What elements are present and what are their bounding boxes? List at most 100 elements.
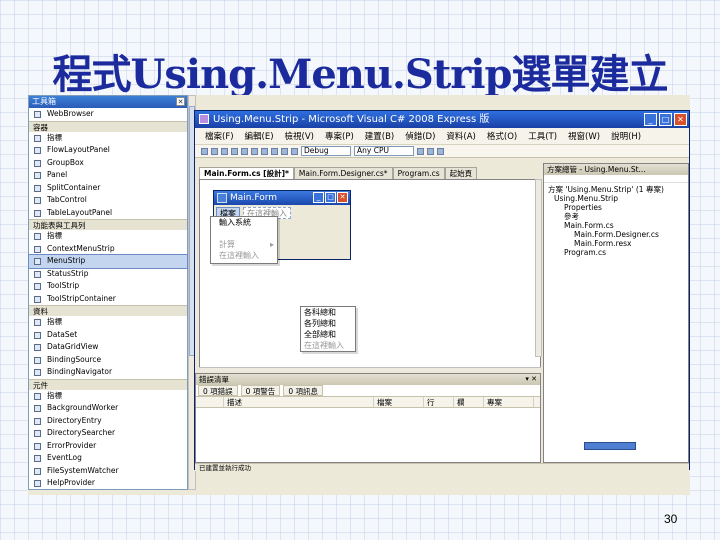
menu-item[interactable]: 編輯(E) <box>245 130 274 142</box>
tree-node-solution[interactable]: 方案 'Using.Menu.Strip' (1 專案) <box>546 185 688 194</box>
menu-item[interactable]: 偵錯(D) <box>405 130 435 142</box>
solution-explorer-icon[interactable] <box>427 147 434 155</box>
toolbox-item[interactable]: DataGridView <box>29 341 187 354</box>
toolbox-item[interactable]: BackgroundWorker <box>29 402 187 415</box>
toolbox-item[interactable]: Panel <box>29 169 187 182</box>
component-icon <box>34 258 41 265</box>
paste-icon[interactable] <box>261 147 268 155</box>
close-button[interactable]: ✕ <box>674 113 687 126</box>
toolbox-item[interactable]: SplitContainer <box>29 182 187 195</box>
toolbox-category[interactable]: 功能表與工具列 <box>29 219 187 230</box>
toolbox-item[interactable]: BindingNavigator <box>29 366 187 379</box>
menu-item[interactable]: 資料(A) <box>446 130 475 142</box>
toolbox-item[interactable]: StatusStrip <box>29 268 187 281</box>
copy-icon[interactable] <box>251 147 258 155</box>
save-all-icon[interactable] <box>231 147 238 155</box>
cut-icon[interactable] <box>241 147 248 155</box>
col-line[interactable]: 行 <box>424 397 454 407</box>
toolbox-item[interactable]: ToolStripContainer <box>29 293 187 306</box>
col-file[interactable]: 檔案 <box>374 397 424 407</box>
menu-item[interactable]: 建置(B) <box>365 130 394 142</box>
error-list-title: 錯誤清單 ▾ ✕ <box>196 374 540 385</box>
designer-hscrollbar[interactable] <box>199 367 541 372</box>
menu-item[interactable]: 格式(O) <box>487 130 517 142</box>
toolbox-item[interactable]: 指標 <box>29 390 187 403</box>
menu-item[interactable]: 檢視(V) <box>285 130 314 142</box>
toolbox-item[interactable]: FlowLayoutPanel <box>29 144 187 157</box>
tab-main-form-designer[interactable]: Main.Form.Designer.cs* <box>293 167 393 179</box>
menu-item-row-sum[interactable]: 各列總和 <box>301 318 355 329</box>
tree-node-main-form[interactable]: Main.Form.cs <box>546 221 688 230</box>
new-project-icon[interactable] <box>201 147 208 155</box>
tab-main-form-design[interactable]: Main.Form.cs [設計]* <box>199 167 294 179</box>
toolbox-item[interactable]: WebBrowser <box>29 108 187 121</box>
messages-filter[interactable]: 0 項訊息 <box>283 385 323 396</box>
col-project[interactable]: 專案 <box>484 397 534 407</box>
menu-item[interactable]: 視窗(W) <box>568 130 600 142</box>
start-debug-icon[interactable] <box>291 147 298 155</box>
toolbox-item[interactable]: ToolStrip <box>29 280 187 293</box>
toolbox-item[interactable]: EventLog <box>29 452 187 465</box>
toolbox-item-label: BackgroundWorker <box>47 403 119 412</box>
error-columns: 描述 檔案 行 欄 專案 <box>196 397 540 408</box>
undo-icon[interactable] <box>271 147 278 155</box>
errors-filter[interactable]: 0 項錯誤 <box>198 385 238 396</box>
page-number: 30 <box>664 512 678 526</box>
platform-select[interactable]: Any CPU <box>354 146 414 156</box>
warnings-filter[interactable]: 0 項警告 <box>240 385 281 396</box>
menu-item-calculate[interactable]: 計算 ▸ <box>211 239 277 250</box>
config-select[interactable]: Debug <box>301 146 351 156</box>
save-icon[interactable] <box>221 147 228 155</box>
toolbox-category[interactable]: 元件 <box>29 378 187 390</box>
toolbox-item-label: TabControl <box>47 195 87 204</box>
menu-item[interactable]: 專案(P) <box>325 130 354 142</box>
toolbox-item[interactable]: ContextMenuStrip <box>29 243 187 256</box>
toolbox-item[interactable]: 指標 <box>29 230 187 243</box>
toolbox-item[interactable]: HelpProvider <box>29 477 187 490</box>
minimize-button[interactable]: _ <box>644 113 657 126</box>
redo-icon[interactable] <box>281 147 288 155</box>
tree-node-resx[interactable]: Main.Form.resx <box>546 239 688 248</box>
menu-type-here-sub[interactable]: 在這裡輸入 <box>211 250 277 261</box>
toolbox-category[interactable]: 容器 <box>29 120 187 132</box>
menu-type-here-sub2[interactable]: 在這裡輸入 <box>301 340 355 351</box>
tree-node-designer[interactable]: Main.Form.Designer.cs <box>546 230 688 239</box>
col-column[interactable]: 欄 <box>454 397 484 407</box>
menu-item-subject-sum[interactable]: 各科總和 <box>301 307 355 318</box>
toolbox-item[interactable]: TableLayoutPanel <box>29 207 187 220</box>
menu-item[interactable]: 檔案(F) <box>205 130 234 142</box>
open-icon[interactable] <box>211 147 218 155</box>
toolbox-item[interactable]: 指標 <box>29 132 187 145</box>
tree-node-program[interactable]: Program.cs <box>546 248 688 257</box>
toolbox-item[interactable]: DirectoryEntry <box>29 415 187 428</box>
toolbox-item[interactable]: MenuStrip <box>28 254 188 269</box>
find-icon[interactable] <box>417 147 424 155</box>
pin-icon[interactable]: ▾ ✕ <box>525 374 537 385</box>
toolbox-item[interactable]: ErrorProvider <box>29 440 187 453</box>
form-window-controls: _ □ ✕ <box>313 192 348 203</box>
properties-icon[interactable] <box>437 147 444 155</box>
maximize-button[interactable]: □ <box>659 113 672 126</box>
toolbox-category[interactable]: 資料 <box>29 305 187 316</box>
toolbox-item[interactable]: FileSystemWatcher <box>29 465 187 478</box>
toolbox-item-label: FlowLayoutPanel <box>47 145 110 154</box>
col-description[interactable]: 描述 <box>224 397 374 407</box>
close-icon[interactable]: ✕ <box>176 97 185 106</box>
toolbox-item[interactable]: 指標 <box>29 316 187 329</box>
tree-node-properties[interactable]: Properties <box>546 203 688 212</box>
panel-tabs[interactable] <box>584 442 636 450</box>
toolbox-item[interactable]: DataSet <box>29 329 187 342</box>
menu-item-total-sum[interactable]: 全部總和 <box>301 329 355 340</box>
tab-program[interactable]: Program.cs <box>392 167 445 179</box>
toolbox-item[interactable]: DirectorySearcher <box>29 427 187 440</box>
tree-node-project[interactable]: Using.Menu.Strip <box>546 194 688 203</box>
designer-scrollbar[interactable] <box>535 179 542 357</box>
menu-item-input-system[interactable]: 輸入系統 <box>211 217 277 228</box>
menu-item[interactable]: 說明(H) <box>611 130 641 142</box>
tab-start-page[interactable]: 起始頁 <box>444 167 478 179</box>
tree-node-references[interactable]: 參考 <box>546 212 688 221</box>
toolbox-item[interactable]: BindingSource <box>29 354 187 367</box>
toolbox-item[interactable]: TabControl <box>29 194 187 207</box>
toolbox-item[interactable]: GroupBox <box>29 157 187 170</box>
menu-item[interactable]: 工具(T) <box>528 130 557 142</box>
